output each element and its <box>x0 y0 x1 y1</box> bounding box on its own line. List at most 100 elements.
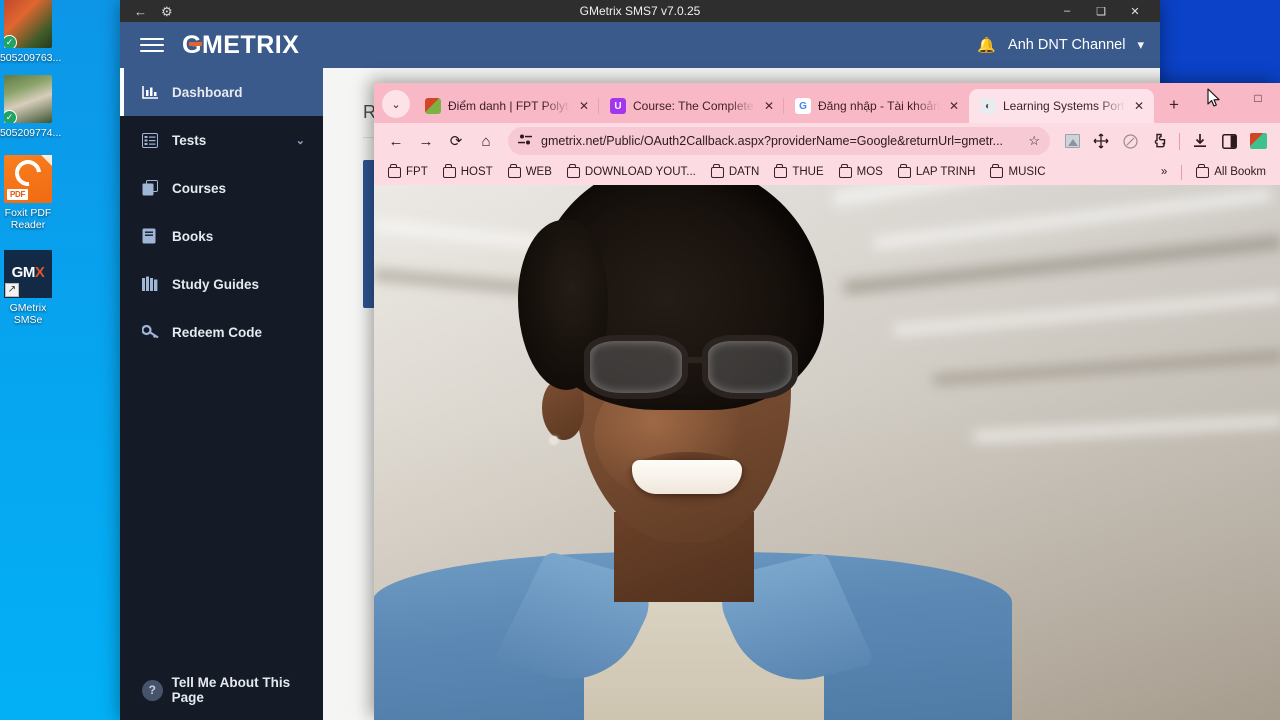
reload-button[interactable]: ⟳ <box>442 127 470 155</box>
tab-search-icon[interactable]: ⌄ <box>382 90 410 118</box>
chrome-browser-window[interactable]: ⌄ Điểm danh | FPT Polytech ✕ U Course: T… <box>374 83 1280 720</box>
bookmark-fpt[interactable]: FPT <box>382 164 434 180</box>
desktop-icon-photo-2[interactable]: ✓ z505209774... <box>0 75 84 139</box>
earring <box>550 436 558 444</box>
folder-icon <box>990 164 1004 178</box>
tab-close-icon[interactable]: ✕ <box>1132 99 1146 113</box>
browser-tab-course[interactable]: U Course: The Complete Ja ✕ <box>598 89 784 123</box>
bookmark-host[interactable]: HOST <box>437 164 499 180</box>
browser-viewport[interactable] <box>374 185 1280 720</box>
chart-icon <box>142 85 172 100</box>
pdf-badge: PDF <box>7 189 29 200</box>
browser-tab-dang-nhap[interactable]: G Đăng nhập - Tài khoản G ✕ <box>783 89 969 123</box>
sidebar-item-label: Courses <box>172 180 227 196</box>
bookmark-label: DOWNLOAD YOUT... <box>584 166 696 178</box>
browser-tab-diem-danh[interactable]: Điểm danh | FPT Polytech ✕ <box>414 89 599 123</box>
folder-icon <box>1196 164 1210 178</box>
tab-title: Đăng nhập - Tài khoản G <box>818 99 940 113</box>
gmetrix-logo[interactable]: GMETRIX <box>182 31 299 60</box>
browser-maximize-button[interactable]: □ <box>1236 83 1280 113</box>
bookmarks-divider <box>1181 164 1183 180</box>
folder-icon <box>507 164 521 178</box>
minimize-button[interactable]: – <box>1050 5 1084 17</box>
globe-icon: ◐ <box>980 98 996 114</box>
extension-color-icon[interactable] <box>1244 127 1272 155</box>
bookmark-web[interactable]: WEB <box>502 164 558 180</box>
bookmark-label: FPT <box>406 166 428 178</box>
folder-icon <box>442 164 456 178</box>
bookmark-label: LAP TRINH <box>915 166 976 178</box>
book-icon <box>142 228 172 244</box>
image-placeholder-icon[interactable] <box>1058 127 1086 155</box>
move-crosshair-icon[interactable] <box>1087 127 1115 155</box>
lens-right <box>702 335 798 399</box>
bookmark-star-icon[interactable]: ☆ <box>1028 133 1040 149</box>
tab-title: Learning Systems Portal <box>1003 99 1125 113</box>
notification-bell-icon[interactable]: 🔔 <box>977 36 996 54</box>
blocked-circle-icon[interactable] <box>1116 127 1144 155</box>
chevron-down-icon[interactable]: ▾ <box>1137 37 1144 53</box>
person-figure <box>374 185 1024 720</box>
sidebar-item-books[interactable]: Books <box>120 212 323 260</box>
desktop-background-panel <box>1160 0 1280 90</box>
bookmark-music[interactable]: MUSIC <box>984 164 1051 180</box>
forward-button[interactable]: → <box>412 127 440 155</box>
photo-thumbnail: ✓ <box>4 75 52 123</box>
sidebar-item-tests[interactable]: Tests ⌄ <box>120 116 323 164</box>
hamburger-menu-icon[interactable] <box>140 38 164 52</box>
address-bar[interactable]: gmetrix.net/Public/OAuth2Callback.aspx?p… <box>508 127 1050 155</box>
folder-icon <box>838 164 852 178</box>
tab-close-icon[interactable]: ✕ <box>947 99 961 113</box>
address-bar-url[interactable]: gmetrix.net/Public/OAuth2Callback.aspx?p… <box>541 134 1020 148</box>
key-icon <box>142 324 172 340</box>
bookmark-download-yout[interactable]: DOWNLOAD YOUT... <box>561 164 702 180</box>
desktop-icon-label: z505209774... <box>0 127 62 139</box>
bookmark-thue[interactable]: THUE <box>768 164 829 180</box>
side-panel-icon[interactable] <box>1215 127 1243 155</box>
sidebar-item-courses[interactable]: Courses <box>120 164 323 212</box>
sidebar-item-dashboard[interactable]: Dashboard <box>120 68 323 116</box>
browser-mouse-cursor <box>1192 83 1236 113</box>
tab-close-icon[interactable]: ✕ <box>577 99 591 113</box>
shortcut-arrow-icon: ↗ <box>5 283 19 297</box>
udemy-icon: U <box>610 98 626 114</box>
bookmark-label: THUE <box>792 166 824 178</box>
foxit-pdf-icon: PDF <box>4 154 52 203</box>
bookmark-lap-trinh[interactable]: LAP TRINH <box>892 164 982 180</box>
desktop-icon-photo-1[interactable]: ✓ z505209763... <box>0 0 84 64</box>
account-name[interactable]: Anh DNT Channel <box>1008 37 1125 53</box>
back-arrow-icon[interactable]: ← <box>134 5 147 18</box>
app-title-bar[interactable]: ← ⚙ GMetrix SMS7 v7.0.25 – ❑ ✕ <box>120 0 1160 22</box>
bookmark-label: DATN <box>728 166 760 178</box>
tab-close-icon[interactable]: ✕ <box>762 99 776 113</box>
close-button[interactable]: ✕ <box>1118 5 1152 18</box>
extensions-puzzle-icon[interactable] <box>1145 127 1173 155</box>
desktop-icon-label: z505209763... <box>0 52 62 64</box>
gear-icon[interactable]: ⚙ <box>161 5 173 18</box>
back-button[interactable]: ← <box>382 127 410 155</box>
chevron-down-icon[interactable]: ⌄ <box>296 134 305 147</box>
sidebar-item-study-guides[interactable]: Study Guides <box>120 260 323 308</box>
eyeglasses <box>584 335 819 401</box>
browser-tab-strip: ⌄ Điểm danh | FPT Polytech ✕ U Course: T… <box>374 83 1280 123</box>
maximize-button[interactable]: ❑ <box>1084 5 1118 18</box>
home-button[interactable]: ⌂ <box>472 127 500 155</box>
app-sidebar: Dashboard Tests ⌄ Courses Books Study Gu… <box>120 68 323 720</box>
desktop-icon-foxit-pdf-reader[interactable]: PDF Foxit PDF Reader <box>0 154 84 231</box>
sidebar-help-label: Tell Me About This Page <box>171 675 291 705</box>
sidebar-item-tell-me-about-this-page[interactable]: ? Tell Me About This Page <box>120 660 323 720</box>
sidebar-item-redeem-code[interactable]: Redeem Code <box>120 308 323 356</box>
toolbar-divider <box>1179 132 1180 150</box>
bookmark-mos[interactable]: MOS <box>833 164 889 180</box>
download-icon[interactable] <box>1186 127 1214 155</box>
site-permissions-icon[interactable] <box>518 133 533 149</box>
new-tab-button[interactable]: + <box>1160 91 1188 119</box>
bookmarks-overflow-button[interactable]: » <box>1155 164 1173 180</box>
powerpoint-icon <box>425 98 441 114</box>
smile-teeth <box>632 460 742 494</box>
desktop-icon-gmetrix-smse[interactable]: GMX ↗ GMetrix SMSe <box>0 250 84 326</box>
copy-icon <box>142 180 172 196</box>
bookmark-datn[interactable]: DATN <box>705 164 765 180</box>
all-bookmarks-button[interactable]: All Bookm <box>1190 164 1272 180</box>
browser-tab-learning-systems-portal[interactable]: ◐ Learning Systems Portal ✕ <box>969 89 1154 123</box>
